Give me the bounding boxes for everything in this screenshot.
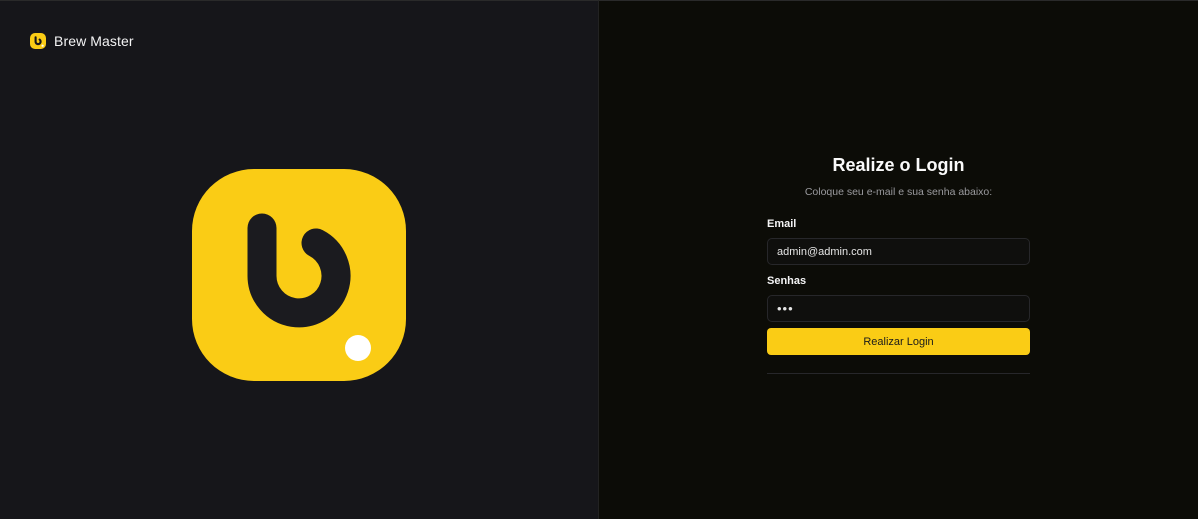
login-panel: Realize o Login Coloque seu e-mail e sua… bbox=[599, 0, 1198, 519]
email-field[interactable] bbox=[767, 238, 1030, 265]
login-form: Realize o Login Coloque seu e-mail e sua… bbox=[767, 153, 1030, 374]
brand-header: Brew Master bbox=[30, 33, 134, 49]
login-page: Brew Master Realize o Login Coloque seu … bbox=[0, 0, 1198, 519]
login-title: Realize o Login bbox=[832, 155, 965, 175]
brand-name: Brew Master bbox=[54, 33, 134, 49]
login-subtitle: Coloque seu e-mail e sua senha abaixo: bbox=[804, 186, 993, 198]
email-label: Email bbox=[767, 218, 797, 230]
form-divider bbox=[767, 373, 1030, 374]
login-submit-button[interactable]: Realizar Login bbox=[767, 328, 1030, 355]
password-label: Senhas bbox=[767, 275, 807, 287]
brew-master-logo-icon bbox=[30, 33, 46, 49]
brew-master-hero-logo bbox=[192, 169, 406, 381]
password-field[interactable] bbox=[767, 295, 1030, 322]
brand-panel: Brew Master bbox=[0, 0, 599, 519]
